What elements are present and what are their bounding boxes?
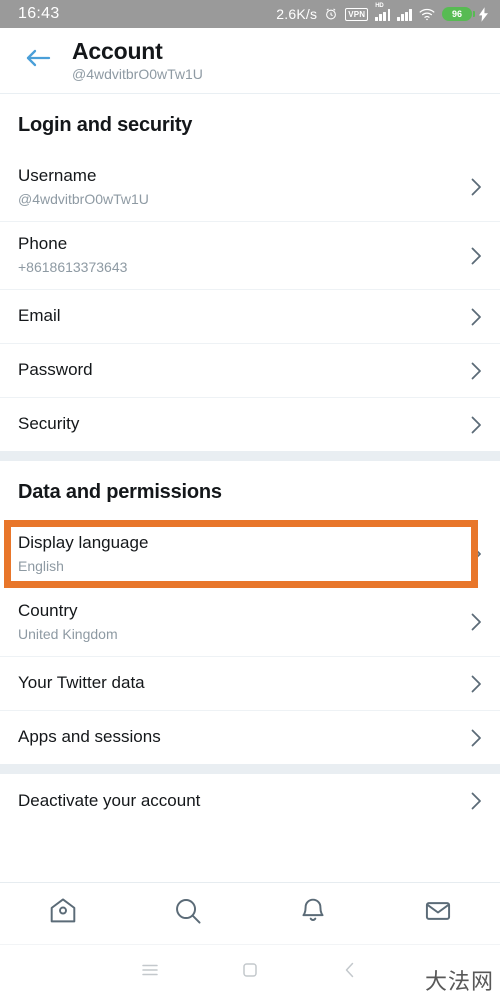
status-bar: 16:43 2.6K/s VPN HD 96 <box>0 0 500 28</box>
row-value: +8618613373643 <box>18 259 128 276</box>
header-titles: Account @4wdvitbrO0wTw1U <box>72 38 203 84</box>
section-title-data-and-permissions: Data and permissions <box>18 481 222 503</box>
cellular-signal-hd-icon: HD <box>375 3 391 21</box>
settings-row-phone[interactable]: Phone +8618613373643 <box>0 221 500 289</box>
row-label: Password <box>18 360 93 380</box>
bottom-tab-bar <box>0 882 500 944</box>
row-label: Phone <box>18 234 68 254</box>
section-title-login-and-security: Login and security <box>18 114 193 136</box>
row-value: English <box>18 557 64 574</box>
tab-messages[interactable] <box>375 883 500 944</box>
watermark: 大法网 <box>424 970 494 995</box>
arrow-left-icon <box>25 48 51 73</box>
status-icons: 2.6K/s VPN HD 96 <box>276 3 488 22</box>
row-texts: Deactivate your account <box>18 781 464 822</box>
row-texts: Security <box>18 404 464 445</box>
row-texts: Username @4wdvitbrO0wTw1U <box>18 156 464 219</box>
chevron-right-icon <box>464 416 482 434</box>
network-speed-text: 2.6K/s <box>276 6 318 22</box>
settings-row-country[interactable]: Country United Kingdom <box>0 588 500 656</box>
back-button[interactable] <box>16 39 60 83</box>
row-value: @4wdvitbrO0wTw1U <box>18 190 149 207</box>
settings-row-apps-and-sessions[interactable]: Apps and sessions <box>0 710 500 764</box>
row-label: Country <box>18 600 78 620</box>
settings-row-password[interactable]: Password <box>0 343 500 397</box>
vpn-badge: VPN <box>345 7 369 21</box>
android-recents-button[interactable] <box>100 945 200 1000</box>
chevron-right-icon <box>464 792 482 810</box>
section-divider <box>0 764 500 774</box>
chevron-right-icon <box>464 613 482 631</box>
battery-indicator: 96 <box>442 7 475 21</box>
home-icon <box>48 896 78 931</box>
row-texts: Password <box>18 350 464 391</box>
settings-row-deactivate-your-account[interactable]: Deactivate your account <box>0 774 500 828</box>
settings-row-your-twitter-data[interactable]: Your Twitter data <box>0 656 500 710</box>
android-home-button[interactable] <box>200 945 300 1000</box>
envelope-icon <box>423 896 453 931</box>
tab-home[interactable] <box>0 883 125 944</box>
row-texts: Phone +8618613373643 <box>18 224 464 287</box>
row-label: Security <box>18 414 80 434</box>
chevron-right-icon <box>464 308 482 326</box>
cellular-signal-icon <box>397 8 412 21</box>
wifi-icon <box>419 8 435 21</box>
hamburger-menu-icon <box>139 959 161 986</box>
chevron-right-icon <box>464 729 482 747</box>
phone-screen: 16:43 2.6K/s VPN HD 96 Account @4wdvitbr… <box>0 0 500 1000</box>
chevron-right-icon <box>464 545 482 563</box>
highlighted-row-wrapper: Display language English <box>0 520 500 588</box>
android-back-button[interactable] <box>300 945 400 1000</box>
settings-row-email[interactable]: Email <box>0 289 500 343</box>
android-navigation-bar: 大法网 <box>0 944 500 1000</box>
alarm-clock-icon <box>324 7 338 21</box>
row-value: United Kingdom <box>18 625 118 642</box>
page-subtitle-handle: @4wdvitbrO0wTw1U <box>72 66 203 83</box>
tab-search[interactable] <box>125 883 250 944</box>
chevron-right-icon <box>464 675 482 693</box>
chevron-right-icon <box>464 247 482 265</box>
row-label: Your Twitter data <box>18 673 145 693</box>
row-label: Display language <box>18 532 149 552</box>
row-label: Deactivate your account <box>18 790 201 810</box>
search-icon <box>173 896 203 931</box>
settings-row-username[interactable]: Username @4wdvitbrO0wTw1U <box>0 153 500 221</box>
section-divider <box>0 451 500 461</box>
chevron-right-icon <box>464 178 482 196</box>
page-title: Account <box>72 37 163 64</box>
row-texts: Email <box>18 296 464 337</box>
tab-notifications[interactable] <box>250 883 375 944</box>
square-icon <box>239 959 261 986</box>
app-header: Account @4wdvitbrO0wTw1U <box>0 28 500 94</box>
row-texts: Your Twitter data <box>18 663 464 704</box>
settings-row-display-language[interactable]: Display language English <box>0 520 500 588</box>
row-texts: Country United Kingdom <box>18 591 464 654</box>
row-texts: Display language English <box>18 523 464 586</box>
row-label: Apps and sessions <box>18 727 161 747</box>
row-label: Email <box>18 306 61 326</box>
chevron-left-icon <box>339 959 361 986</box>
battery-level-text: 96 <box>451 8 462 19</box>
status-time: 16:43 <box>18 5 60 22</box>
chevron-right-icon <box>464 362 482 380</box>
bell-icon <box>298 896 328 931</box>
row-texts: Apps and sessions <box>18 717 464 758</box>
settings-list: Login and security Username @4wdvitbrO0w… <box>0 94 500 882</box>
settings-row-security[interactable]: Security <box>0 397 500 451</box>
row-label: Username <box>18 165 97 185</box>
charging-bolt-icon <box>479 6 488 22</box>
